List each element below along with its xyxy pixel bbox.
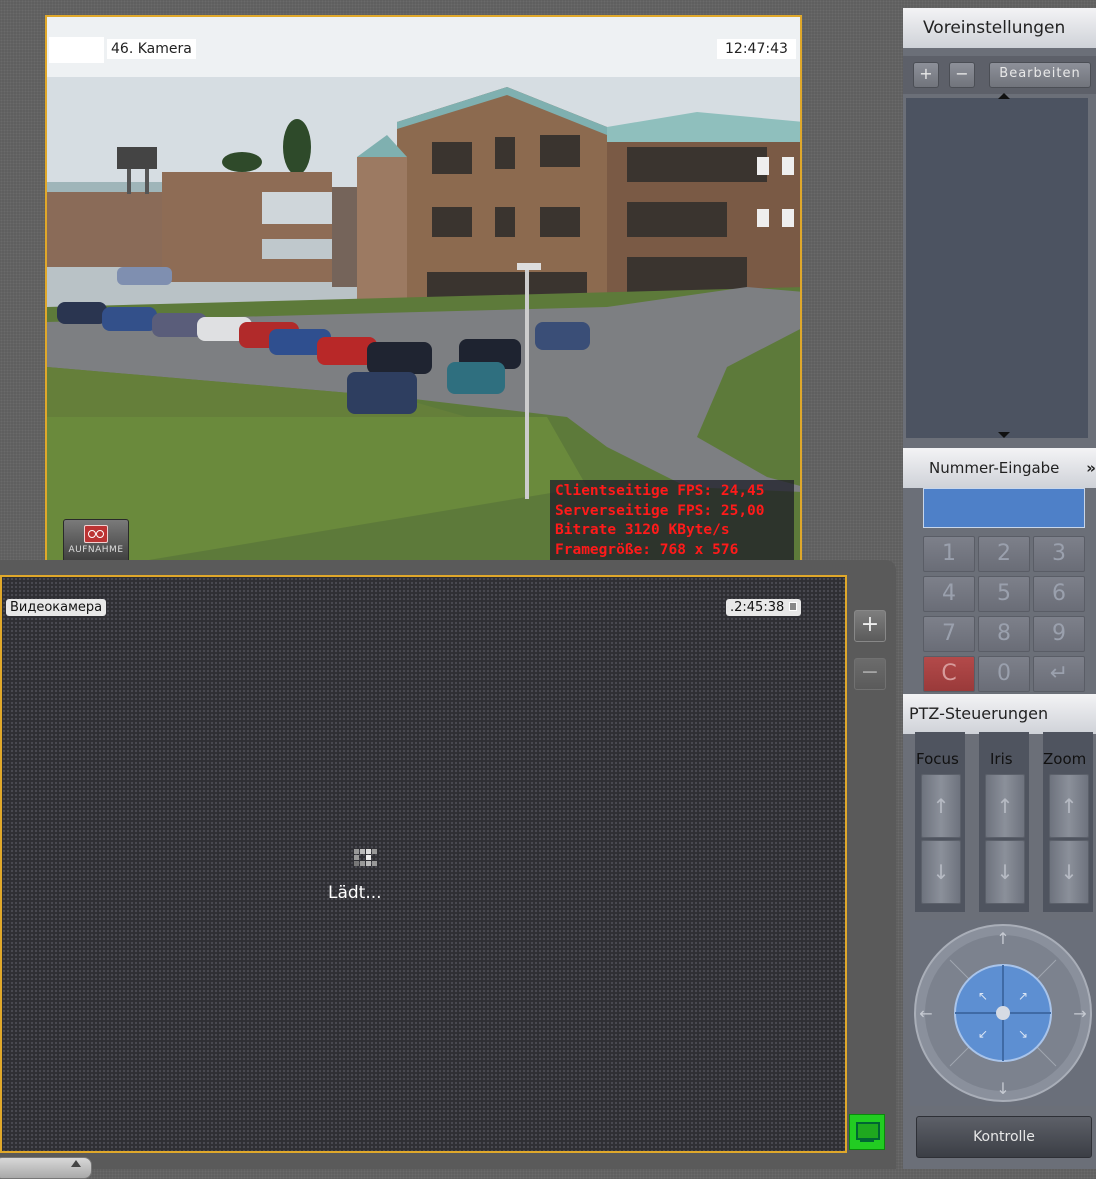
camera-2-time: .2:45:38 — [726, 599, 802, 616]
svg-text:↑: ↑ — [996, 929, 1009, 948]
key-7[interactable]: 7 — [923, 616, 975, 652]
zoom-up-button[interactable]: ↑ — [1049, 774, 1089, 838]
key-1[interactable]: 1 — [923, 536, 975, 572]
key-0[interactable]: 0 — [978, 656, 1030, 692]
control-button[interactable]: Kontrolle — [916, 1116, 1092, 1158]
camera-1-title: 46. Kamera — [107, 39, 196, 59]
presets-toolbar: + − Bearbeiten — [903, 56, 1096, 94]
number-input-header[interactable]: Nummer-Eingabe » — [903, 448, 1096, 488]
number-input-field[interactable] — [923, 488, 1085, 528]
zoom-down-button[interactable]: ↓ — [1049, 840, 1089, 904]
record-icon — [84, 525, 108, 543]
side-panel: Voreinstellungen + − Bearbeiten Nummer-E… — [903, 8, 1096, 1169]
scroll-down-icon[interactable] — [998, 432, 1010, 438]
loading-icon — [354, 849, 377, 869]
svg-text:↗: ↗ — [1018, 989, 1028, 1003]
add-preset-button[interactable]: + — [913, 62, 939, 88]
key-3[interactable]: 3 — [1033, 536, 1085, 572]
stat-bitrate: Bitrate 3120 KByte/s — [555, 522, 730, 538]
focus-up-button[interactable]: ↑ — [921, 774, 961, 838]
focus-label: Focus — [916, 750, 959, 768]
bottom-panel-tab[interactable] — [0, 1157, 92, 1179]
svg-text:↓: ↓ — [996, 1079, 1009, 1098]
remove-preset-button[interactable]: − — [949, 62, 975, 88]
iris-down-button[interactable]: ↓ — [985, 840, 1025, 904]
camera-2-title: Видеокамера — [6, 599, 107, 616]
camera-2-time-text: .2:45:38 — [730, 600, 785, 615]
key-clear[interactable]: C — [923, 656, 975, 692]
scroll-up-icon[interactable] — [998, 93, 1010, 99]
ptz-header[interactable]: PTZ-Steuerungen — [903, 694, 1096, 734]
stat-frame-size: Framegröße: 768 x 576 — [555, 541, 739, 558]
ptz-joystick[interactable]: ↑ ↓ ← → ↖ ↗ ↙ ↘ — [910, 920, 1096, 1106]
number-input-header-label: Nummer-Eingabe — [929, 459, 1060, 477]
key-6[interactable]: 6 — [1033, 576, 1085, 612]
iris-up-button[interactable]: ↑ — [985, 774, 1025, 838]
iris-label: Iris — [990, 750, 1013, 768]
info-icon — [789, 602, 798, 611]
svg-text:←: ← — [919, 1004, 932, 1023]
svg-text:↖: ↖ — [978, 989, 988, 1003]
edit-presets-button[interactable]: Bearbeiten — [989, 62, 1091, 88]
focus-down-button[interactable]: ↓ — [921, 840, 961, 904]
presets-list[interactable] — [906, 98, 1088, 438]
monitor-button[interactable] — [849, 1114, 885, 1150]
svg-text:↘: ↘ — [1018, 1027, 1028, 1041]
svg-text:→: → — [1073, 1004, 1086, 1023]
key-5[interactable]: 5 — [978, 576, 1030, 612]
camera-1-title-bg — [49, 37, 104, 63]
chevron-up-icon — [71, 1160, 81, 1167]
monitor-icon — [856, 1122, 880, 1140]
stat-client-fps: Clientseitige FPS: 24,45 — [555, 483, 765, 499]
zoom-in-button[interactable]: + — [854, 610, 886, 642]
stat-server-fps: Serverseitige FPS: 25,00 — [555, 502, 765, 519]
joystick-graphic: ↑ ↓ ← → ↖ ↗ ↙ ↘ — [914, 924, 1092, 1102]
key-enter[interactable]: ↵ — [1033, 656, 1085, 692]
presets-header[interactable]: Voreinstellungen — [903, 8, 1096, 48]
camera-2-view[interactable]: Видеокамера .2:45:38 Lädt... — [0, 575, 847, 1153]
loading-text: Lädt... — [328, 883, 382, 903]
chevron-right-icon: » — [1086, 459, 1096, 477]
record-button[interactable]: AUFNAHME — [63, 519, 129, 563]
zoom-label: Zoom — [1043, 750, 1087, 768]
key-9[interactable]: 9 — [1033, 616, 1085, 652]
svg-text:↙: ↙ — [978, 1027, 988, 1041]
key-8[interactable]: 8 — [978, 616, 1030, 652]
zoom-out-button[interactable]: − — [854, 658, 886, 690]
key-2[interactable]: 2 — [978, 536, 1030, 572]
camera-1-time: 12:47:43 — [717, 39, 796, 59]
record-label: AUFNAHME — [68, 545, 124, 555]
key-4[interactable]: 4 — [923, 576, 975, 612]
camera-1-view[interactable]: 46. Kamera 12:47:43 AUFNAHME Clientseiti… — [45, 15, 802, 575]
